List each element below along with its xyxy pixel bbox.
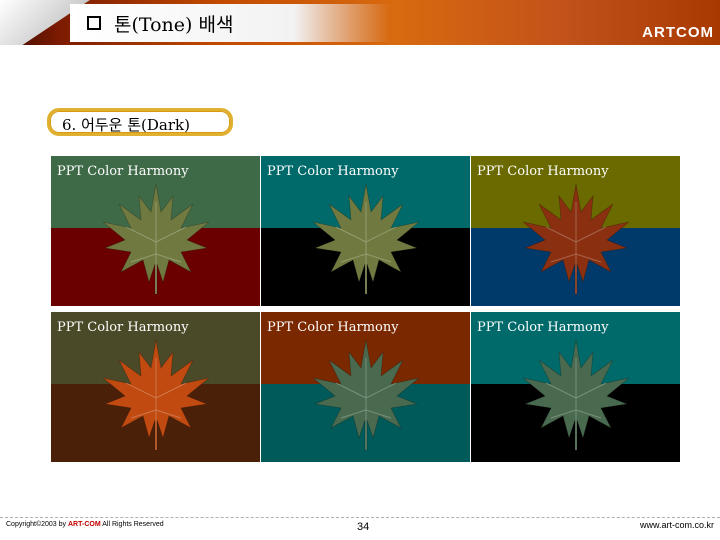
page-number: 34 — [357, 521, 370, 533]
maple-leaf-icon — [102, 183, 210, 295]
color-swatch: PPT Color Harmony — [261, 156, 470, 306]
website-link[interactable]: www.art-com.co.kr — [640, 520, 714, 530]
brand-name: ARTCOM — [642, 24, 714, 41]
maple-leaf-icon — [522, 183, 630, 295]
maple-leaf-icon — [522, 339, 630, 451]
footer-divider — [0, 517, 720, 518]
copyright-brand: ART-COM — [67, 521, 101, 528]
swatch-label: PPT Color Harmony — [267, 320, 399, 335]
color-swatch: PPT Color Harmony — [471, 156, 680, 306]
header-bar: 톤(Tone) 배색 ARTCOM — [0, 0, 720, 45]
swatch-label: PPT Color Harmony — [57, 320, 189, 335]
page-title: 톤(Tone) 배색 — [114, 14, 234, 36]
swatch-label: PPT Color Harmony — [477, 320, 609, 335]
copyright-text: Copyright©2003 by ART-COM All Rights Res… — [6, 521, 164, 528]
maple-leaf-icon — [312, 339, 420, 451]
color-swatch: PPT Color Harmony — [261, 312, 470, 462]
section-label: 6. 어두운 톤(Dark) — [62, 116, 190, 134]
swatch-label: PPT Color Harmony — [57, 164, 189, 179]
color-swatch: PPT Color Harmony — [471, 312, 680, 462]
color-swatch: PPT Color Harmony — [51, 156, 260, 306]
maple-leaf-icon — [312, 183, 420, 295]
swatch-label: PPT Color Harmony — [267, 164, 399, 179]
swatch-label: PPT Color Harmony — [477, 164, 609, 179]
square-bullet-icon — [87, 16, 101, 30]
maple-leaf-icon — [102, 339, 210, 451]
color-swatch: PPT Color Harmony — [51, 312, 260, 462]
